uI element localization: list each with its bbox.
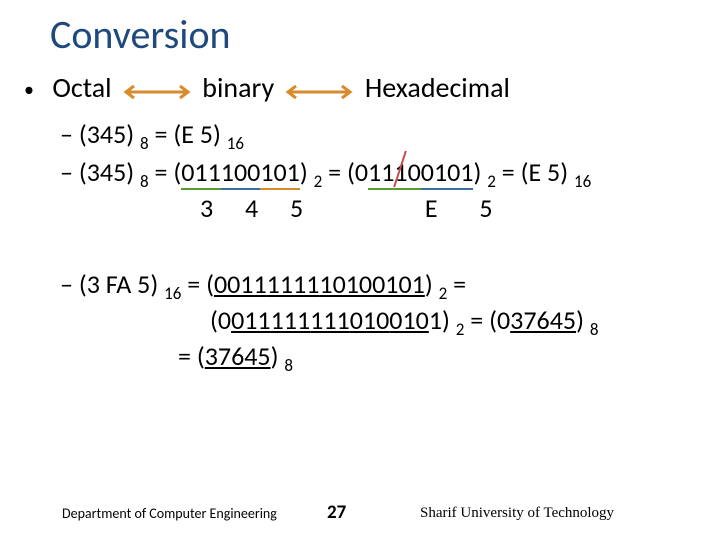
grp: 1010 (319, 268, 372, 300)
grp: 37645 (205, 340, 271, 372)
text: ) (576, 304, 590, 336)
text: – (345) (60, 118, 140, 150)
dropped-zero: 0 (355, 156, 368, 188)
grp: 1111 (267, 268, 320, 300)
subscript: 2 (439, 283, 448, 304)
bullet-octal-binary-hex: • Octal binary Hexadecimal (24, 70, 510, 108)
digit: 5 (479, 192, 492, 224)
subscript: 2 (314, 171, 323, 192)
example-1: – (345) 8 = (E 5) 16 (60, 118, 244, 154)
grp: 111 (310, 304, 350, 336)
page-number: 27 (327, 501, 346, 524)
subscript: 16 (574, 171, 591, 192)
slide-title: Conversion (50, 10, 231, 59)
grp: 011 (181, 156, 221, 190)
word-binary: binary (202, 70, 274, 105)
subscript: 16 (227, 133, 244, 154)
text: = ( (322, 156, 355, 188)
text: = (0 (464, 304, 510, 336)
grp: 101 (260, 156, 300, 190)
digit-labels: 3 4 5 E 5 (200, 192, 493, 224)
digit: 4 (245, 192, 258, 224)
example-3-line3: = (37645) 8 (178, 340, 293, 376)
double-arrow-icon (122, 73, 192, 108)
subscript: 8 (140, 171, 149, 192)
grp: 100 (221, 156, 261, 190)
grp: 010 (350, 304, 390, 336)
subscript: 8 (284, 355, 293, 376)
grp: 010 (389, 304, 429, 336)
text: ) (271, 340, 285, 372)
text: – (3 FA 5) (60, 268, 164, 300)
word-octal: Octal (52, 70, 111, 105)
footer-department: Department of Computer Engineering (62, 505, 277, 522)
text: = ( (181, 268, 214, 300)
digit: 3 (200, 192, 213, 224)
example-3-line1: – (3 FA 5) 16 = (0011​1111​1010​0101) 2 … (60, 268, 466, 304)
text: = ( (178, 340, 205, 372)
grp: 0101 (372, 268, 425, 300)
text: ( (210, 304, 218, 336)
text: ) (425, 268, 439, 300)
digit: E (425, 192, 438, 224)
grp: 1 (429, 304, 442, 336)
text: ) (473, 156, 487, 188)
text: = (E 5) (496, 156, 574, 188)
word-hexadecimal: Hexadecimal (365, 70, 510, 105)
text: ) (442, 304, 456, 336)
subscript: 16 (164, 283, 181, 304)
subscript: 8 (590, 319, 599, 340)
text: = (447, 268, 466, 300)
grp: 0011 (214, 268, 267, 300)
subscript: 2 (487, 171, 496, 192)
text: ) (300, 156, 314, 188)
footer-university: Sharif University of Technology (420, 505, 614, 522)
digit: 5 (290, 192, 303, 224)
grp: 37645 (510, 304, 576, 336)
grp: 011 (231, 304, 271, 336)
grp: 0 (218, 304, 231, 336)
slide: Conversion • Octal binary Hexadecimal – … (0, 0, 720, 540)
text: = ( (149, 156, 182, 188)
example-3-line2: (0011​111​111​010​010​1) 2 = (037645) 8 (210, 304, 598, 340)
bullet-dot: • (24, 78, 46, 102)
example-2: – (345) 8 = (011​100​101) 2 = (01110​010… (60, 156, 591, 192)
grp: 111 (271, 304, 311, 336)
text: – (345) (60, 156, 140, 188)
text: = (E 5) (149, 118, 227, 150)
double-arrow-icon (284, 73, 354, 108)
grp: 0101 (421, 156, 474, 190)
subscript: 8 (140, 133, 149, 154)
